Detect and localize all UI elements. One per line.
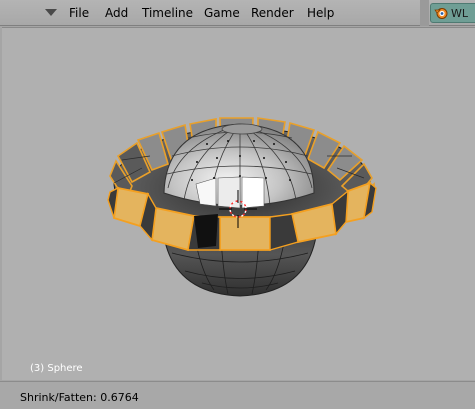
active-object-label: (3) Sphere bbox=[30, 363, 83, 374]
viewport-canvas bbox=[107, 117, 377, 297]
menu-game[interactable]: Game bbox=[204, 6, 240, 20]
flange-front-gaps bbox=[194, 214, 218, 248]
3d-viewport[interactable]: (3) Sphere bbox=[2, 27, 475, 380]
status-bar: Shrink/Fatten: 0.6764 bbox=[0, 381, 475, 409]
menu-timeline[interactable]: Timeline bbox=[142, 6, 193, 20]
menu-render[interactable]: Render bbox=[251, 6, 294, 20]
screen-selector-button[interactable]: WL bbox=[430, 3, 475, 23]
transform-status-text: Shrink/Fatten: 0.6764 bbox=[20, 391, 139, 404]
menu-separator bbox=[420, 0, 429, 26]
menu-help[interactable]: Help bbox=[307, 6, 334, 20]
menu-bar: File Add Timeline Game Render Help WL bbox=[0, 0, 475, 26]
menu-file[interactable]: File bbox=[69, 6, 89, 20]
blender-logo-icon bbox=[434, 8, 448, 19]
blender-window: File Add Timeline Game Render Help WL (3… bbox=[0, 0, 475, 409]
menu-collapse-triangle-icon[interactable] bbox=[45, 9, 57, 16]
menu-add[interactable]: Add bbox=[105, 6, 128, 20]
screen-name-label: WL bbox=[451, 7, 469, 20]
